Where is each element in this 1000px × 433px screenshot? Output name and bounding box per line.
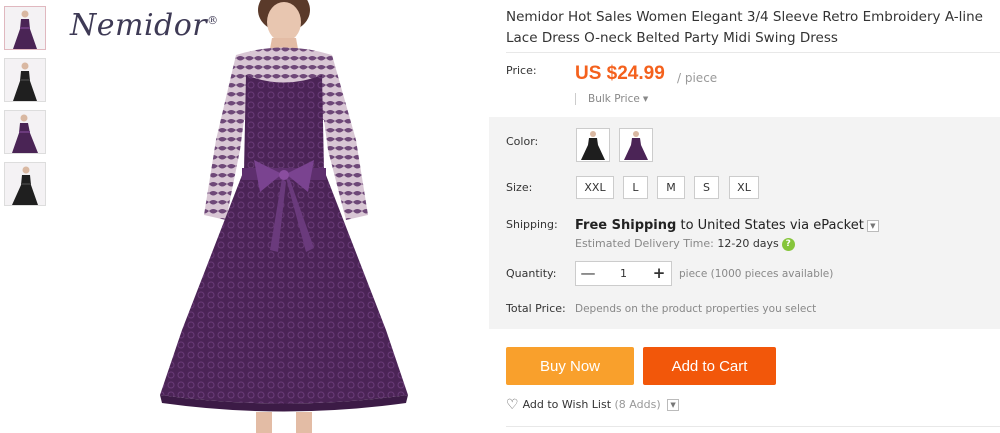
dress-thumbnail-image bbox=[12, 166, 38, 205]
add-to-wish-list-link[interactable]: ♡ Add to Wish List (8 Adds) ▼ bbox=[506, 397, 680, 413]
delivery-days: 12-20 days bbox=[717, 237, 779, 250]
shipping-country: United States bbox=[697, 218, 786, 233]
price-block: Price: US $24.99 / piece Bulk Price ▼ bbox=[489, 53, 1000, 115]
price-value: US $24.99 bbox=[575, 63, 665, 84]
size-option-xl[interactable]: XL bbox=[729, 176, 759, 199]
delivery-estimate-label: Estimated Delivery Time: bbox=[575, 237, 714, 250]
dress-thumbnail-image bbox=[12, 114, 38, 153]
color-swatch-black[interactable] bbox=[576, 128, 610, 162]
purple-dress-swatch-image bbox=[624, 131, 648, 160]
thumbnail-purple-front[interactable] bbox=[4, 6, 46, 50]
color-swatch-purple[interactable] bbox=[619, 128, 653, 162]
add-to-cart-button[interactable]: Add to Cart bbox=[643, 347, 776, 385]
dress-model-image bbox=[160, 0, 408, 433]
heart-icon: ♡ bbox=[506, 397, 519, 413]
product-page: Nemidor® Nemidor Hot Sales Women Elegant… bbox=[0, 0, 1000, 433]
thumbnail-black-side[interactable] bbox=[4, 162, 46, 206]
total-price-note: Depends on the product properties you se… bbox=[575, 303, 817, 315]
size-label: Size: bbox=[506, 181, 533, 194]
help-icon[interactable]: ? bbox=[781, 237, 795, 251]
thumbnail-purple-side[interactable] bbox=[4, 110, 46, 154]
color-label: Color: bbox=[506, 135, 539, 148]
divider bbox=[506, 426, 1000, 427]
free-shipping-text: Free Shipping bbox=[575, 218, 677, 233]
thumbnail-strip bbox=[4, 6, 48, 214]
product-title: Nemidor Hot Sales Women Elegant 3/4 Slee… bbox=[506, 9, 983, 46]
bulk-price-dropdown[interactable]: Bulk Price ▼ bbox=[575, 93, 648, 105]
chevron-down-icon[interactable]: ▼ bbox=[667, 399, 680, 411]
quantity-input[interactable] bbox=[600, 264, 647, 283]
size-option-s[interactable]: S bbox=[694, 176, 719, 199]
shipping-label: Shipping: bbox=[506, 218, 558, 231]
shipping-method: Free Shipping to United States via ePack… bbox=[575, 218, 879, 233]
quantity-stepper: — + bbox=[575, 261, 672, 286]
stock-availability: piece (1000 pieces available) bbox=[679, 268, 834, 280]
dress-thumbnail-image bbox=[13, 62, 37, 101]
delivery-estimate: Estimated Delivery Time: 12-20 days? bbox=[575, 237, 795, 251]
main-product-image[interactable]: Nemidor® bbox=[56, 0, 486, 433]
size-option-xxl[interactable]: XXL bbox=[576, 176, 614, 199]
caret-down-icon: ▼ bbox=[642, 95, 649, 103]
size-option-l[interactable]: L bbox=[623, 176, 648, 199]
wish-list-count: (8 Adds) bbox=[614, 398, 661, 411]
buy-now-button[interactable]: Buy Now bbox=[506, 347, 634, 385]
bulk-price-label: Bulk Price bbox=[588, 93, 640, 105]
shipping-to-text: to bbox=[680, 218, 694, 233]
quantity-label: Quantity: bbox=[506, 267, 557, 280]
product-info: Nemidor Hot Sales Women Elegant 3/4 Slee… bbox=[489, 0, 1000, 433]
quantity-increase-button[interactable]: + bbox=[647, 262, 671, 285]
chevron-down-icon[interactable]: ▼ bbox=[866, 219, 879, 232]
price-unit: / piece bbox=[677, 71, 718, 85]
shipping-carrier: ePacket bbox=[813, 218, 864, 233]
total-price-label: Total Price: bbox=[506, 302, 566, 315]
wish-list-label: Add to Wish List bbox=[522, 398, 612, 411]
shipping-via-text: via bbox=[789, 218, 810, 233]
thumbnail-black-front[interactable] bbox=[4, 58, 46, 102]
quantity-decrease-button[interactable]: — bbox=[576, 262, 600, 285]
size-option-m[interactable]: M bbox=[657, 176, 685, 199]
price-label: Price: bbox=[506, 64, 537, 77]
black-dress-swatch-image bbox=[581, 131, 605, 160]
dress-thumbnail-image bbox=[13, 10, 37, 49]
